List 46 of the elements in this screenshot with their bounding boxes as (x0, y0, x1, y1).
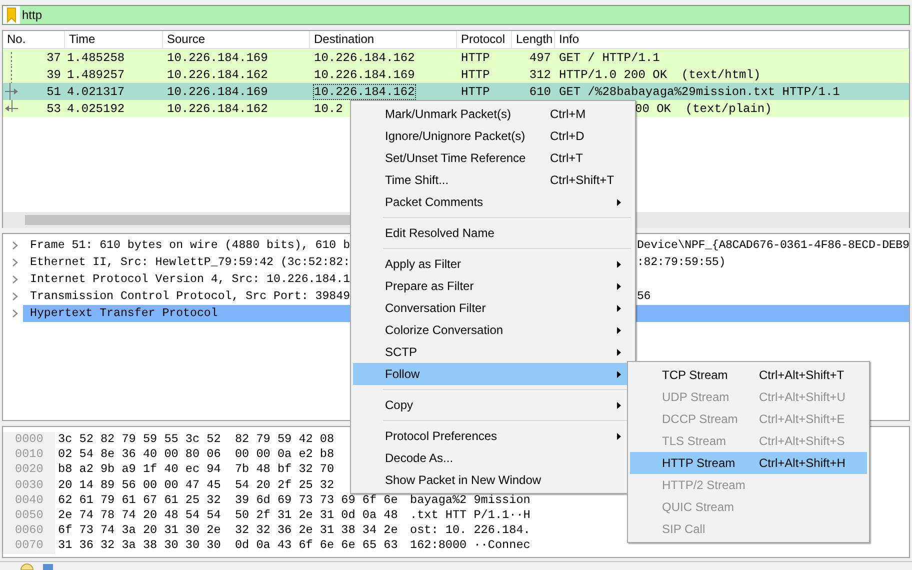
table-cell: HTTP (461, 68, 490, 82)
ascii-bytes: .txt HTT P/1.1··H (410, 508, 530, 524)
table-cell: 37 (46, 50, 61, 64)
hex-bytes: 02 54 8e 36 40 00 80 06 00 00 0a e2 b8 (58, 447, 334, 462)
table-cell: 10.226.184.169 (167, 50, 268, 64)
table-cell: 10.2 (314, 102, 343, 116)
hex-bytes: 20 14 89 56 00 00 47 45 54 20 2f 25 32 (58, 478, 334, 493)
byte-offset: 0060 (3, 523, 55, 538)
byte-offset: 0020 (3, 462, 55, 478)
hex-bytes: b8 a2 9b a9 1f 40 ec 94 7b 48 bf 32 70 (58, 462, 334, 478)
table-cell: GET / HTTP/1.1 (559, 50, 660, 64)
table-cell: 1.485258 (67, 50, 125, 64)
ascii-bytes: ost: 10. 226.184. (410, 523, 530, 538)
table-cell: 10.226.184.169 (314, 68, 415, 82)
table-cell: 4.025192 (67, 102, 125, 116)
table-cell: 1.489257 (67, 68, 125, 82)
hex-bytes: 6f 73 74 3a 20 31 30 2e 32 32 36 2e 31 38 34 2e (58, 523, 398, 538)
table-cell: 610 (529, 84, 551, 98)
hex-bytes: 62 61 79 61 67 61 25 32 39 6d 69 73 73 69 6f 6e (58, 492, 398, 508)
byte-offset: 0070 (3, 538, 55, 554)
table-cell: 51 (46, 84, 61, 98)
ascii-bytes: bayaga%2 9mission (410, 492, 530, 508)
table-cell: 4.021317 (67, 84, 125, 98)
table-cell: 00 OK (text/plain) (635, 102, 772, 116)
table-cell: 53 (46, 102, 61, 116)
ascii-bytes: 162:8000 ··Connec (410, 538, 530, 554)
byte-offset: 0000 (3, 432, 55, 448)
table-cell: 312 (529, 68, 551, 82)
table-cell: HTTP (461, 84, 490, 98)
byte-offset: 0010 (3, 447, 55, 462)
hex-bytes: 3c 52 82 79 59 55 3c 52 82 79 59 42 08 (58, 432, 334, 448)
table-cell: HTTP (461, 50, 490, 64)
table-cell: 10.226.184.162 (167, 68, 268, 82)
table-cell: 39 (46, 68, 61, 82)
hex-bytes: 31 36 32 3a 38 30 30 30 0d 0a 43 6f 6e 6e 65 63 (58, 538, 398, 554)
table-cell: 10.226.184.162 (314, 50, 415, 64)
table-cell: HTTP/1.0 200 OK (text/html) (559, 68, 761, 82)
hex-bytes: 2e 74 78 74 20 48 54 54 50 2f 31 2e 31 0d 0a 48 (58, 508, 398, 524)
table-cell: GET /%28babayaga%29mission.txt HTTP/1.1 (559, 84, 840, 98)
table-cell: 10.226.184.169 (167, 84, 268, 98)
table-cell: 497 (529, 50, 551, 64)
byte-offset: 0050 (3, 508, 55, 524)
byte-offset: 0030 (3, 478, 55, 493)
table-cell: 10.226.184.162 (167, 102, 268, 116)
byte-offset: 0040 (3, 492, 55, 508)
table-cell: 10.226.184.162 (314, 84, 415, 98)
